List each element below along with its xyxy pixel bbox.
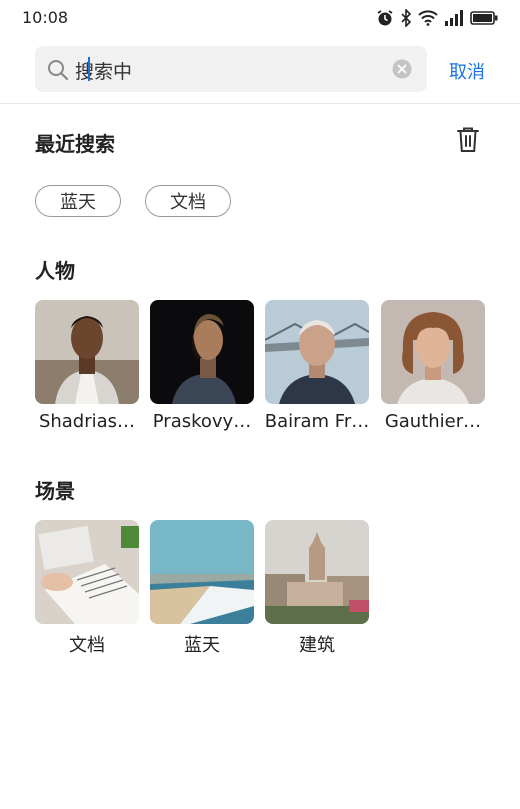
chip-label: 蓝天	[60, 192, 96, 213]
people-title: 人物	[35, 259, 75, 283]
scenes-title: 场景	[35, 479, 75, 503]
recent-chip-wendang[interactable]: 文档	[145, 185, 231, 217]
scene-thumbnail[interactable]	[265, 520, 369, 624]
text-cursor	[88, 57, 90, 81]
status-bar: 10:08	[0, 0, 520, 36]
person-name: Praskovy…	[152, 411, 252, 432]
cancel-button[interactable]: 取消	[449, 58, 485, 84]
status-icons	[376, 9, 498, 27]
clear-icon[interactable]	[392, 59, 412, 83]
scene-name: 蓝天	[184, 635, 220, 656]
battery-icon	[470, 11, 498, 25]
alarm-icon	[376, 9, 394, 27]
search-icon	[46, 58, 70, 86]
person-thumbnail[interactable]	[35, 300, 139, 404]
scene-thumbnail[interactable]	[35, 520, 139, 624]
scene-name: 文档	[69, 635, 105, 656]
header-divider	[0, 103, 520, 104]
recent-chip-lantian[interactable]: 蓝天	[35, 185, 121, 217]
signal-icon	[444, 10, 464, 26]
delete-history-icon[interactable]	[456, 126, 480, 158]
wifi-icon	[418, 10, 438, 26]
person-name: Bairam Fr…	[264, 411, 370, 432]
status-time: 10:08	[22, 8, 69, 27]
person-name: Gauthier…	[384, 411, 482, 432]
search-query: 搜索中	[75, 61, 133, 83]
person-thumbnail[interactable]	[381, 300, 485, 404]
scene-thumbnail[interactable]	[150, 520, 254, 624]
recent-searches-title: 最近搜索	[35, 132, 115, 156]
bluetooth-icon	[400, 9, 412, 27]
person-thumbnail[interactable]	[265, 300, 369, 404]
person-name: Shadrias…	[38, 411, 136, 432]
chip-label: 文档	[170, 192, 206, 213]
scene-name: 建筑	[299, 635, 335, 656]
search-header: 搜索中 取消	[0, 36, 520, 104]
person-thumbnail[interactable]	[150, 300, 254, 404]
search-input[interactable]: 搜索中	[35, 46, 427, 92]
